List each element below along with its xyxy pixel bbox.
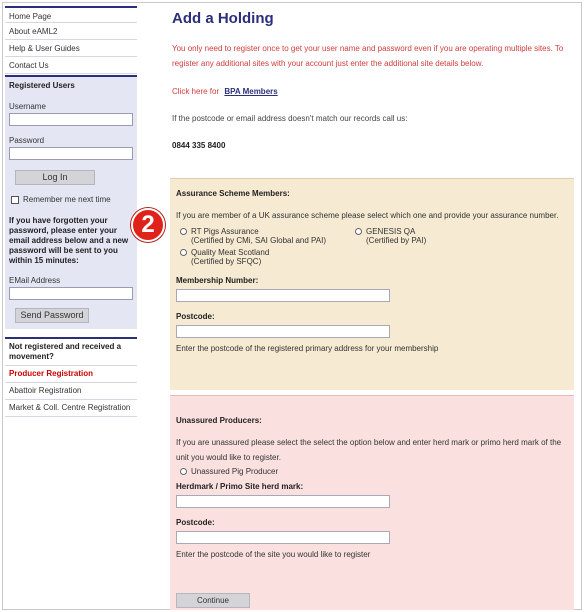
remember-checkbox[interactable] bbox=[11, 195, 19, 204]
username-input[interactable] bbox=[9, 113, 133, 126]
email-input[interactable] bbox=[9, 287, 133, 300]
producer-registration-link[interactable]: Producer Registration bbox=[5, 366, 137, 383]
option-qms-line2: (Certified by SFQC) bbox=[191, 257, 262, 266]
option-genesis-line2: (Certified by PAI) bbox=[366, 236, 427, 245]
password-label: Password bbox=[9, 136, 45, 145]
phone-number: 0844 335 8400 bbox=[172, 141, 226, 150]
assurance-panel: Assurance Scheme Members: If you are mem… bbox=[170, 178, 574, 390]
login-button[interactable]: Log In bbox=[15, 170, 95, 185]
option-rt-pigs-label: RT Pigs Assurance (Certified by CMi, SAI… bbox=[191, 227, 326, 245]
nav-home[interactable]: Home Page bbox=[5, 6, 137, 23]
option-unassured-label: Unassured Pig Producer bbox=[191, 467, 279, 476]
membership-label: Membership Number: bbox=[176, 276, 259, 285]
nav-contact[interactable]: Contact Us bbox=[5, 57, 137, 74]
forgot-password-text: If you have forgotten your password, ple… bbox=[9, 216, 129, 265]
option-unassured[interactable]: Unassured Pig Producer bbox=[176, 467, 568, 476]
nav-about[interactable]: About eAML2 bbox=[5, 23, 137, 40]
assurance-text: If you are member of a UK assurance sche… bbox=[176, 211, 559, 220]
remember-label: Remember me next time bbox=[23, 195, 111, 204]
page-title: Add a Holding bbox=[172, 10, 274, 27]
unassured-postcode-label: Postcode: bbox=[176, 518, 215, 527]
herdmark-label: Herdmark / Primo Site herd mark: bbox=[176, 482, 304, 491]
main-content: Add a Holding You only need to register … bbox=[170, 8, 574, 150]
option-rt-pigs-line2: (Certified by CMi, SAI Global and PAI) bbox=[191, 236, 327, 245]
option-qms-label: Quality Meat Scotland (Certified by SFQC… bbox=[191, 248, 269, 266]
unassured-panel: Unassured Producers: If you are unassure… bbox=[170, 395, 574, 610]
herdmark-input[interactable] bbox=[176, 495, 390, 508]
membership-number-input[interactable] bbox=[176, 289, 390, 302]
continue-button[interactable]: Continue bbox=[176, 593, 250, 608]
option-rt-pigs[interactable]: RT Pigs Assurance (Certified by CMi, SAI… bbox=[176, 227, 351, 245]
remember-row: Remember me next time bbox=[11, 195, 133, 204]
unassured-text: If you are unassured please select the s… bbox=[176, 438, 562, 462]
nav-help[interactable]: Help & User Guides bbox=[5, 40, 137, 57]
unassured-postcode-input[interactable] bbox=[176, 531, 390, 544]
radio-qms[interactable] bbox=[180, 249, 187, 256]
radio-unassured[interactable] bbox=[180, 468, 187, 475]
radio-genesis[interactable] bbox=[355, 228, 362, 235]
registration-heading: Not registered and received a movement? bbox=[5, 339, 137, 366]
assured-postcode-input[interactable] bbox=[176, 325, 390, 338]
option-rt-pigs-line1: RT Pigs Assurance bbox=[191, 227, 259, 236]
assured-postcode-label: Postcode: bbox=[176, 312, 215, 321]
unassured-postcode-hint: Enter the postcode of the site you would… bbox=[176, 550, 371, 559]
registration-block: Not registered and received a movement? … bbox=[5, 337, 137, 417]
send-password-button[interactable]: Send Password bbox=[15, 308, 89, 323]
option-qms[interactable]: Quality Meat Scotland (Certified by SFQC… bbox=[176, 248, 376, 266]
scheme-options: RT Pigs Assurance (Certified by CMi, SAI… bbox=[176, 227, 568, 266]
assurance-heading: Assurance Scheme Members: bbox=[176, 189, 290, 198]
intro-text: You only need to register once to get yo… bbox=[172, 44, 564, 68]
unassured-heading: Unassured Producers: bbox=[176, 416, 262, 425]
login-heading: Registered Users bbox=[9, 81, 75, 90]
sidebar: Home Page About eAML2 Help & User Guides… bbox=[5, 6, 137, 417]
option-genesis-line1: GENESIS QA bbox=[366, 227, 416, 236]
assured-postcode-hint: Enter the postcode of the registered pri… bbox=[176, 344, 439, 353]
option-genesis-label: GENESIS QA (Certified by PAI) bbox=[366, 227, 426, 245]
market-registration-link[interactable]: Market & Coll. Centre Registration bbox=[5, 400, 137, 417]
step-number-badge: 2 bbox=[131, 208, 165, 242]
abattoir-registration-link[interactable]: Abattoir Registration bbox=[5, 383, 137, 400]
option-qms-line1: Quality Meat Scotland bbox=[191, 248, 270, 257]
members-link-row: Click here for BPA Members bbox=[172, 87, 574, 96]
click-prefix: Click here for bbox=[172, 87, 220, 96]
username-label: Username bbox=[9, 102, 46, 111]
password-input[interactable] bbox=[9, 147, 133, 160]
postcode-note: If the postcode or email address doesn't… bbox=[172, 114, 408, 123]
login-box: Registered Users Username Password Log I… bbox=[5, 75, 137, 329]
bpa-members-link[interactable]: BPA Members bbox=[224, 87, 277, 96]
option-genesis[interactable]: GENESIS QA (Certified by PAI) bbox=[351, 227, 551, 245]
radio-rt-pigs[interactable] bbox=[180, 228, 187, 235]
email-label: EMail Address bbox=[9, 276, 61, 285]
